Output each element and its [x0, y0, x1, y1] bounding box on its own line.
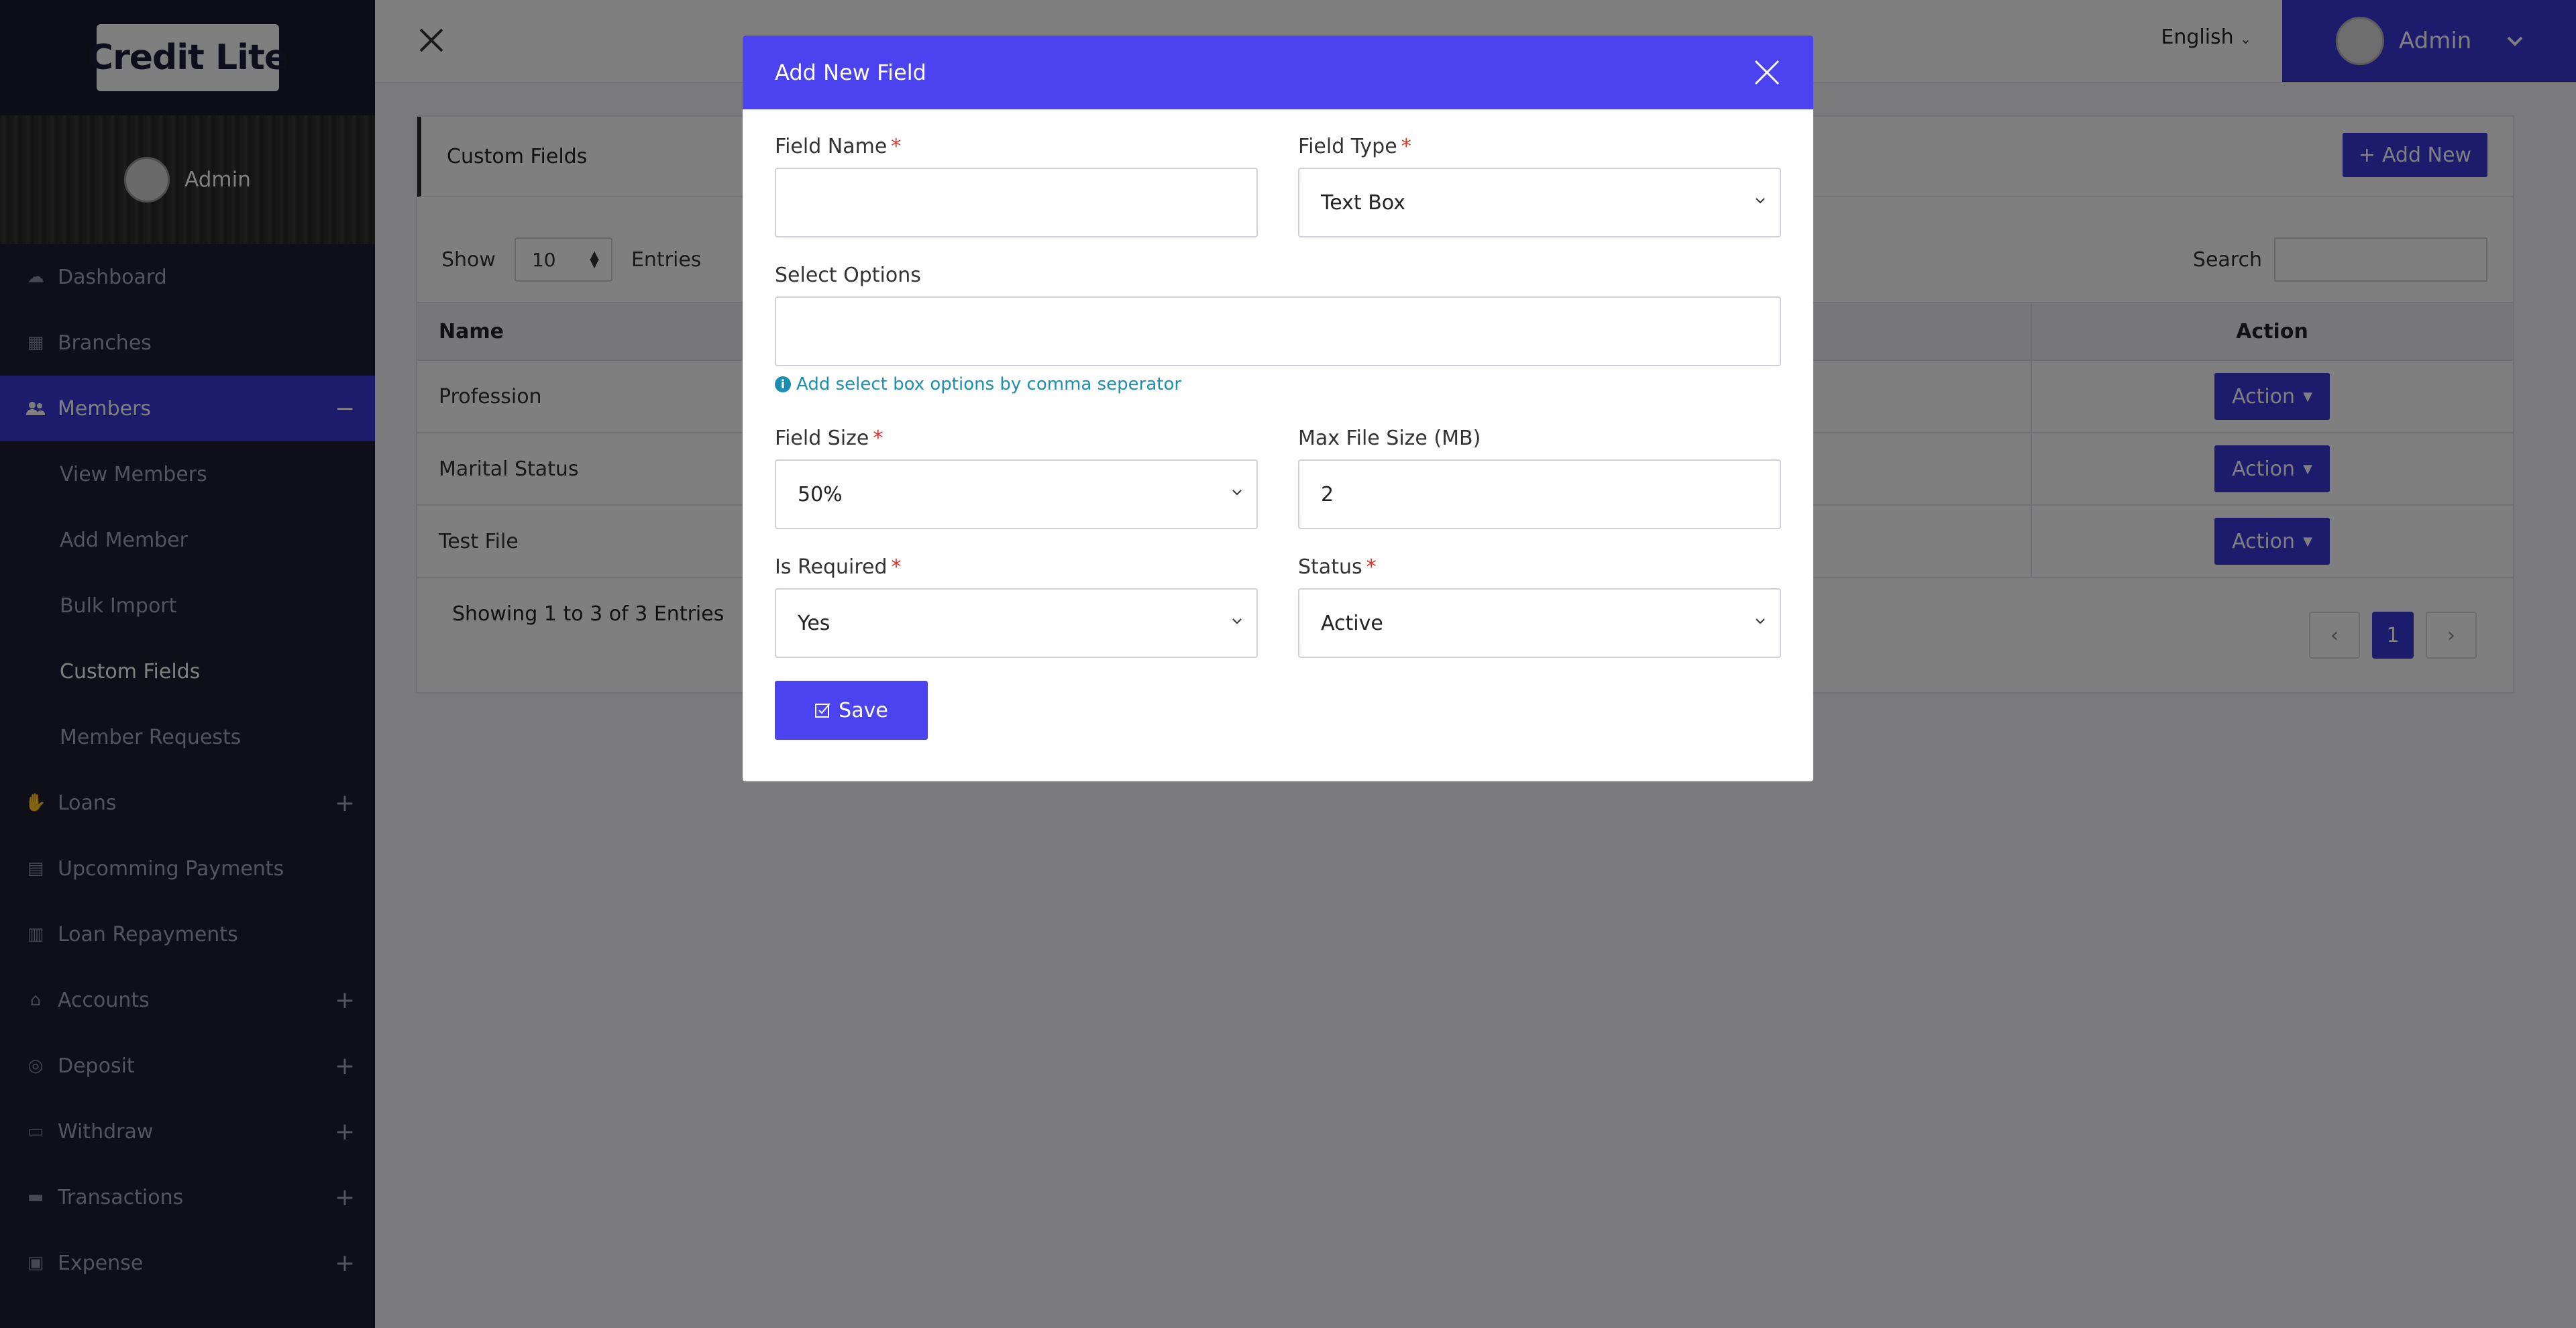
info-icon: i	[775, 376, 791, 392]
field-size-value: 50%	[798, 482, 843, 506]
save-button[interactable]: Save	[775, 681, 928, 740]
select-options-label: Select Options	[775, 264, 921, 287]
add-new-field-modal: Add New Field Field Name * Field Type * Te…	[743, 36, 1813, 781]
save-label: Save	[839, 698, 888, 722]
field-type-label: Field Type *	[1298, 135, 1411, 158]
status-group: Status * Active	[1298, 555, 1781, 658]
max-file-size-input[interactable]: 2	[1298, 459, 1781, 529]
hint-text: Add select box options by comma seperato…	[796, 374, 1182, 394]
is-required-value: Yes	[798, 611, 830, 635]
field-name-group: Field Name *	[775, 135, 1258, 237]
chevron-down-icon	[1232, 490, 1242, 496]
field-type-select[interactable]: Text Box	[1298, 168, 1781, 237]
chevron-down-icon	[1756, 618, 1765, 624]
modal-title: Add New Field	[775, 60, 926, 85]
max-file-size-group: Max File Size (MB) 2	[1298, 427, 1781, 529]
field-name-label: Field Name *	[775, 135, 902, 158]
select-options-group: Select Options i Add select box options …	[775, 264, 1781, 394]
is-required-group: Is Required * Yes	[775, 555, 1258, 658]
status-value: Active	[1321, 611, 1383, 635]
chevron-down-icon	[1756, 198, 1765, 204]
close-icon[interactable]	[1753, 58, 1781, 87]
status-label: Status *	[1298, 555, 1377, 579]
max-file-size-label: Max File Size (MB)	[1298, 427, 1481, 450]
status-select[interactable]: Active	[1298, 588, 1781, 658]
field-name-input[interactable]	[775, 168, 1258, 237]
chevron-down-icon	[1232, 618, 1242, 624]
field-size-select[interactable]: 50%	[775, 459, 1258, 529]
is-required-label: Is Required *	[775, 555, 902, 579]
modal-header: Add New Field	[743, 36, 1813, 109]
checkbox-check-icon	[815, 703, 830, 718]
select-options-hint: i Add select box options by comma sepera…	[775, 374, 1781, 394]
field-size-label: Field Size *	[775, 427, 883, 450]
is-required-select[interactable]: Yes	[775, 588, 1258, 658]
field-size-group: Field Size * 50%	[775, 427, 1258, 529]
field-type-value: Text Box	[1321, 190, 1405, 215]
field-type-group: Field Type * Text Box	[1298, 135, 1781, 237]
select-options-input[interactable]	[775, 296, 1781, 366]
